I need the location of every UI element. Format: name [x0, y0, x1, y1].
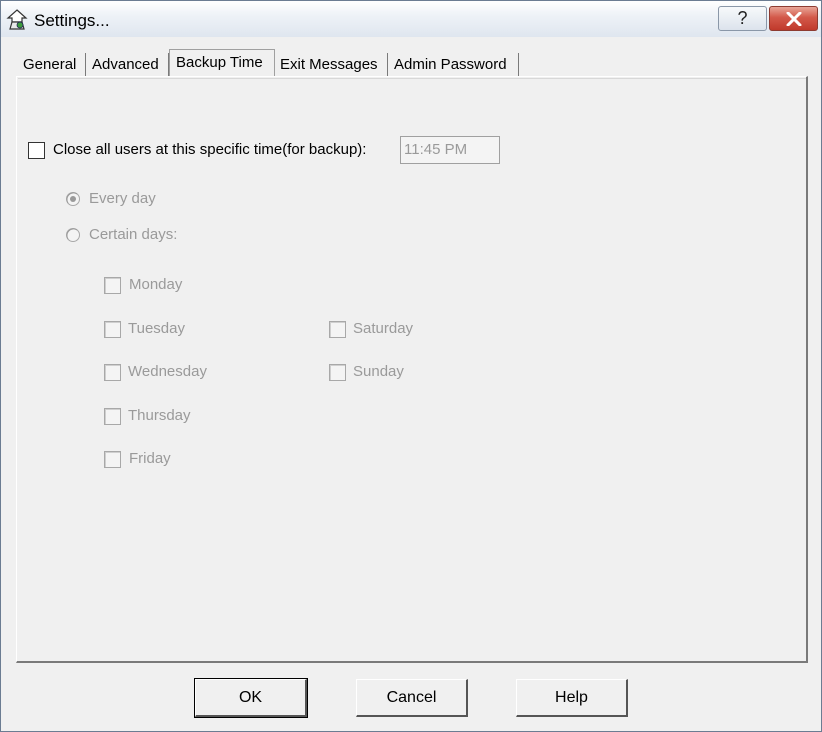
certain-days-label[interactable]: Certain days: [89, 226, 177, 243]
every-day-label[interactable]: Every day [89, 190, 156, 207]
backup-time-input[interactable]: 11:45 PM [400, 136, 500, 164]
wednesday-checkbox[interactable] [104, 364, 121, 381]
thursday-checkbox[interactable] [104, 408, 121, 425]
friday-checkbox[interactable] [104, 451, 121, 468]
thursday-label[interactable]: Thursday [128, 407, 191, 424]
friday-label[interactable]: Friday [129, 450, 171, 467]
tab-general[interactable]: General [17, 53, 86, 77]
monday-checkbox[interactable] [104, 277, 121, 294]
title-bar[interactable]: Settings... ? [1, 1, 821, 37]
saturday-checkbox[interactable] [329, 321, 346, 338]
sunday-label[interactable]: Sunday [353, 363, 404, 380]
app-icon [6, 9, 28, 30]
tab-exit-messages[interactable]: Exit Messages [274, 53, 388, 77]
help-button[interactable]: Help [516, 679, 628, 717]
cancel-button[interactable]: Cancel [356, 679, 468, 717]
wednesday-label[interactable]: Wednesday [128, 363, 207, 380]
certain-days-radio[interactable] [65, 227, 81, 243]
close-icon [786, 12, 802, 26]
settings-window: Settings... ? General Advanced Backup Ti… [0, 0, 822, 732]
every-day-radio[interactable] [65, 191, 81, 207]
close-title-button[interactable] [769, 6, 818, 31]
help-title-button[interactable]: ? [718, 6, 767, 31]
close-all-users-label[interactable]: Close all users at this specific time(fo… [53, 141, 366, 158]
tuesday-checkbox[interactable] [104, 321, 121, 338]
ok-button[interactable]: OK [194, 678, 308, 718]
tab-advanced[interactable]: Advanced [86, 53, 169, 77]
help-icon: ? [737, 8, 748, 28]
tab-backup-time[interactable]: Backup Time [169, 49, 275, 77]
monday-label[interactable]: Monday [129, 276, 182, 293]
tab-admin-password[interactable]: Admin Password [388, 53, 519, 77]
sunday-checkbox[interactable] [329, 364, 346, 381]
close-all-users-checkbox[interactable] [28, 142, 45, 159]
window-title: Settings... [34, 11, 110, 30]
tuesday-label[interactable]: Tuesday [128, 320, 185, 337]
saturday-label[interactable]: Saturday [353, 320, 413, 337]
